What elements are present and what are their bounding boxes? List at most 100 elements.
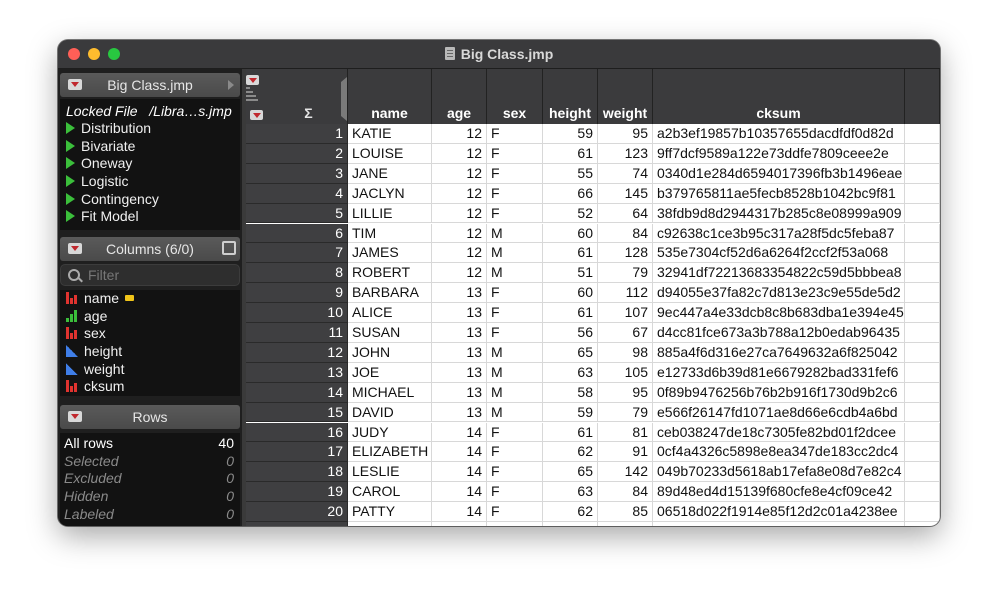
cell-name[interactable]: JANE (348, 163, 432, 184)
cell-height[interactable]: 61 (543, 143, 598, 164)
cell-name[interactable]: LOUISE (348, 143, 432, 164)
cell-age[interactable]: 12 (432, 183, 487, 204)
row-number[interactable]: 19 (246, 482, 348, 503)
cell-age[interactable]: 13 (432, 283, 487, 304)
row-number[interactable]: 12 (246, 342, 348, 363)
cell-name[interactable]: PATTY (348, 502, 432, 522)
cell-sex[interactable]: M (487, 382, 543, 403)
table-row[interactable]: 9 BARBARA 13 F 60 112 d94055e37fa82c7d813e23c9… (246, 283, 940, 304)
table-row[interactable]: 16 JUDY 14 F 61 81 ceb038247de18c7305fe82bd01f… (246, 422, 940, 443)
script-item[interactable]: Oneway (60, 155, 240, 173)
script-item[interactable]: Fit Model (60, 208, 240, 226)
row-number[interactable]: 18 (246, 462, 348, 483)
cell-cksum[interactable]: e566f26147fd1071ae8d66e6cdb4a6bd (653, 402, 905, 423)
cell-weight[interactable]: 123 (598, 143, 653, 164)
cell-weight[interactable]: 145 (598, 183, 653, 204)
cell-weight[interactable]: 142 (598, 462, 653, 483)
cell-height[interactable]: 58 (543, 382, 598, 403)
cell-sex[interactable]: F (487, 502, 543, 522)
cell-name[interactable]: JOHN (348, 342, 432, 363)
row-number[interactable]: 20 (246, 502, 348, 522)
cell-cksum[interactable]: d94055e37fa82c7d813e23c9e55de5d2 (653, 283, 905, 304)
cell-name[interactable]: ROBERT (348, 263, 432, 284)
cell-age[interactable]: 13 (432, 362, 487, 383)
row-number[interactable]: 21 (246, 522, 348, 526)
row-number[interactable]: 13 (246, 362, 348, 383)
cell-cksum[interactable]: 049b70233d5618ab17efa8e08d7e82c4 (653, 462, 905, 483)
cell-height[interactable]: 59 (543, 124, 598, 144)
cell-sex[interactable]: F (487, 283, 543, 304)
cell-height[interactable]: 60 (543, 283, 598, 304)
row-number[interactable]: 16 (246, 422, 348, 443)
cell-name[interactable]: SUSAN (348, 323, 432, 343)
cell-height[interactable]: 61 (543, 243, 598, 264)
cell-sex[interactable]: F (487, 303, 543, 323)
cell-age[interactable]: 13 (432, 323, 487, 343)
cell-name[interactable]: CAROL (348, 482, 432, 503)
cell-age[interactable]: 12 (432, 203, 487, 224)
cell-name[interactable]: JUDY (348, 422, 432, 443)
cell-cksum[interactable]: 9ec447a4e33dcb8c8b683dba1e394e45 (653, 303, 905, 323)
cell-cksum[interactable]: 9ff7dcf9589a122e73ddfe7809ceee2e (653, 143, 905, 164)
cell-age[interactable]: 14 (432, 522, 487, 526)
row-number[interactable]: 8 (246, 263, 348, 284)
rows-panel-header[interactable]: Rows (60, 405, 240, 429)
table-row[interactable]: 11 SUSAN 13 F 56 67 d4cc81fce673a3b788a12b0eda… (246, 323, 940, 343)
cell-sex[interactable]: F (487, 163, 543, 184)
cell-cksum[interactable]: 0cf4a4326c5898e8ea347de183cc2dc4 (653, 442, 905, 463)
row-number[interactable]: 5 (246, 203, 348, 224)
run-script-icon[interactable] (66, 122, 75, 134)
cell-sex[interactable]: F (487, 442, 543, 463)
cell-sex[interactable]: F (487, 143, 543, 164)
table-row[interactable]: 6 TIM 12 M 60 84 c92638c1ce3b95c317a28f5dc5feb… (246, 223, 940, 244)
cell-cksum[interactable]: 06518d022f1914e85f12d2c01a4238ee (653, 502, 905, 522)
column-item[interactable]: cksum (60, 378, 240, 396)
column-header-sex[interactable]: sex (487, 69, 543, 124)
cell-name[interactable]: MICHAEL (348, 382, 432, 403)
cell-cksum[interactable]: 32941df72213683354822c59d5bbbea8 (653, 263, 905, 284)
cell-weight[interactable]: 112 (598, 283, 653, 304)
cell-weight[interactable]: 95 (598, 124, 653, 144)
cell-age[interactable]: 12 (432, 124, 487, 144)
run-script-icon[interactable] (66, 192, 75, 205)
cell-sex[interactable]: F (487, 323, 543, 343)
cell-cksum[interactable]: 939fc995b7f1958d827f192014681a3f (653, 522, 905, 526)
row-number[interactable]: 15 (246, 402, 348, 423)
cell-age[interactable]: 12 (432, 243, 487, 264)
cell-sex[interactable]: F (487, 124, 543, 144)
table-row[interactable]: 10 ALICE 13 F 61 107 9ec447a4e33dcb8c8b683dba1… (246, 303, 940, 323)
cell-weight[interactable]: 74 (598, 163, 653, 184)
cell-sex[interactable]: M (487, 522, 543, 526)
cell-height[interactable]: 61 (543, 303, 598, 323)
table-row[interactable]: 5 LILLIE 12 F 52 64 38fdb9d8d2944317b285c8e089… (246, 203, 940, 224)
cell-weight[interactable]: 64 (598, 203, 653, 224)
cell-height[interactable]: 63 (543, 362, 598, 383)
cell-age[interactable]: 14 (432, 482, 487, 503)
cell-age[interactable]: 14 (432, 422, 487, 443)
cell-weight[interactable]: 79 (598, 402, 653, 423)
cell-height[interactable]: 62 (543, 502, 598, 522)
table-row[interactable]: 14 MICHAEL 13 M 58 95 0f89b9476256b76b2b916f17… (246, 382, 940, 403)
cell-height[interactable]: 65 (543, 342, 598, 363)
cell-weight[interactable]: 107 (598, 303, 653, 323)
table-row[interactable]: 21FREDERICK14M6393939fc995b7f1958d827f19… (246, 522, 940, 526)
column-item[interactable]: age (60, 308, 240, 326)
table-row[interactable]: 1 KATIE 12 F 59 95 a2b3ef19857b10357655dacdfdf… (246, 124, 940, 144)
cell-name[interactable]: TIM (348, 223, 432, 244)
row-number[interactable]: 17 (246, 442, 348, 463)
cell-weight[interactable]: 105 (598, 362, 653, 383)
script-item[interactable]: Distribution (60, 120, 240, 138)
column-item[interactable]: weight (60, 361, 240, 379)
cell-sex[interactable]: M (487, 402, 543, 423)
row-number[interactable]: 14 (246, 382, 348, 403)
cell-age[interactable]: 12 (432, 163, 487, 184)
column-header-weight[interactable]: weight (598, 69, 653, 124)
cell-cksum[interactable]: d4cc81fce673a3b788a12b0edab96435 (653, 323, 905, 343)
cell-weight[interactable]: 84 (598, 223, 653, 244)
cell-weight[interactable]: 128 (598, 243, 653, 264)
cell-weight[interactable]: 98 (598, 342, 653, 363)
cell-age[interactable]: 12 (432, 263, 487, 284)
row-number[interactable]: 11 (246, 323, 348, 343)
cell-name[interactable]: JACLYN (348, 183, 432, 204)
script-item[interactable]: Logistic (60, 173, 240, 191)
